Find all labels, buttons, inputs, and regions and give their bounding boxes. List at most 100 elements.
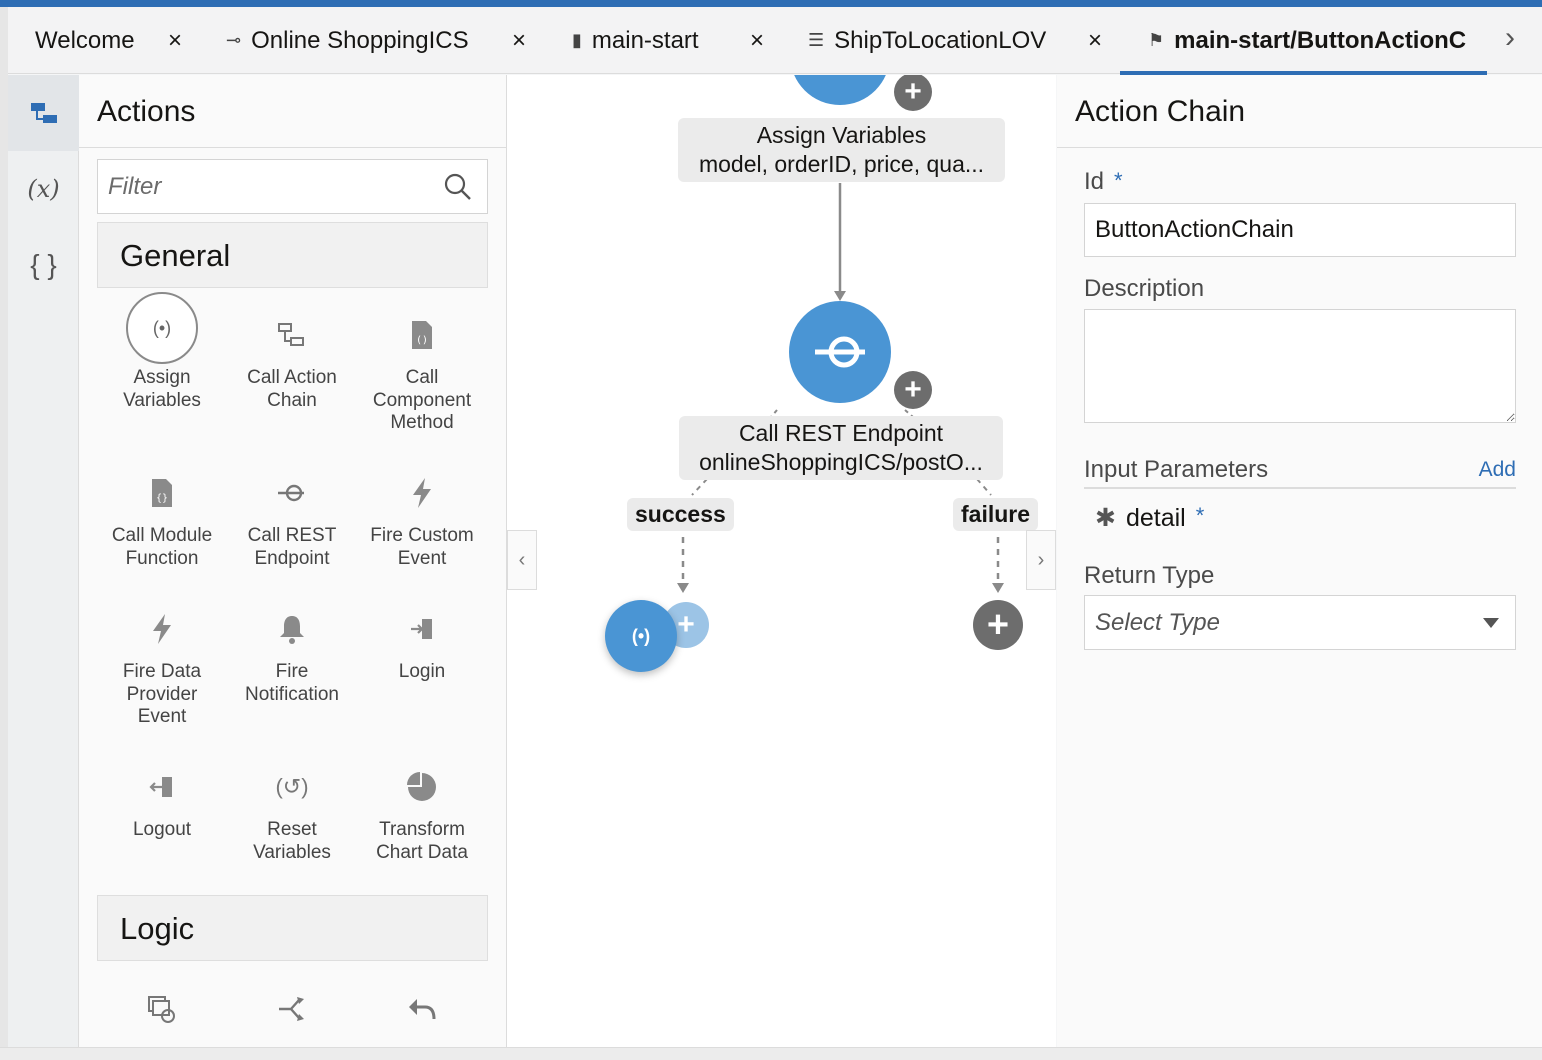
parameter-row[interactable]: ✱ detail * (1095, 503, 1204, 533)
node-title: Call REST Endpoint (738, 420, 944, 446)
success-branch-label[interactable]: success (627, 498, 734, 531)
action-label: Login (398, 661, 446, 682)
section-logic[interactable]: Logic (97, 895, 488, 961)
return-icon (357, 985, 487, 1033)
reset-variables-icon: (↺) (275, 773, 309, 799)
node-subtitle: onlineShoppingICS/postO... (699, 449, 983, 475)
section-label: General (120, 238, 231, 273)
action-logout[interactable]: Logout (97, 763, 227, 842)
action-label: Fire Notification (245, 661, 339, 705)
action-fire-custom-event[interactable]: Fire Custom Event (357, 469, 487, 570)
input-parameters-label: Input Parameters (1084, 456, 1269, 483)
tab-label: main-start/ButtonActionC (1174, 26, 1467, 54)
action-transform-chart-data[interactable]: Transform Chart Data (357, 763, 487, 864)
lightning-icon (97, 605, 227, 653)
action-call-rest-endpoint[interactable]: Call REST Endpoint (227, 469, 357, 570)
collapse-left-panel-button[interactable]: ‹ (507, 530, 537, 590)
tab-shiptolocationlov[interactable]: ☰ ShipToLocationLOV (808, 7, 1046, 74)
action-label: Fire Custom Event (370, 525, 474, 569)
chevron-right-icon[interactable]: › (1505, 21, 1515, 55)
collapse-right-panel-button[interactable]: › (1026, 530, 1056, 590)
chevron-right-icon: › (1037, 548, 1045, 571)
add-parameter-link[interactable]: Add (1479, 458, 1516, 482)
chevron-down-icon (1483, 618, 1499, 628)
tab-welcome[interactable]: Welcome (35, 7, 135, 74)
action-chain-canvas[interactable]: + Assign Variables model, orderID, price… (507, 75, 1056, 1050)
flow-connectors (677, 183, 1004, 593)
json-rail-button[interactable]: { } (8, 227, 79, 303)
module-function-icon: {} (97, 469, 227, 517)
divider (1084, 487, 1516, 489)
tab-button-action-chain[interactable]: ⚑ main-start/ButtonActionC (1148, 7, 1486, 74)
call-rest-endpoint-node[interactable] (789, 301, 891, 403)
assign-variables-node-dragging[interactable]: (•) (605, 600, 677, 672)
add-action-icon[interactable]: + (973, 600, 1023, 650)
parameter-name: detail (1125, 504, 1186, 532)
filter-field[interactable] (97, 159, 488, 214)
json-icon: { } (30, 249, 57, 280)
action-label: Reset Variables (253, 819, 331, 863)
action-call-component-method[interactable]: () Call Component Method (357, 311, 487, 435)
left-rail: (x) { } (8, 75, 79, 1050)
assign-variables-icon: (•) (631, 625, 651, 646)
bell-icon (227, 605, 357, 653)
action-call-module-function[interactable]: {} Call Module Function (97, 469, 227, 570)
panel-title: Actions (97, 95, 196, 128)
action-label: Fire Data Provider Event (122, 661, 202, 727)
action-label: Assign Variables (123, 367, 201, 411)
close-icon[interactable]: × (750, 7, 764, 74)
action-fire-notification[interactable]: Fire Notification (227, 605, 357, 706)
chevron-left-icon: ‹ (518, 548, 526, 571)
action-label: Transform Chart Data (376, 819, 468, 863)
id-field[interactable] (1084, 203, 1516, 257)
parameter-icon: ✱ (1095, 504, 1116, 532)
rest-endpoint-icon (227, 469, 357, 517)
description-label: Description (1084, 275, 1205, 302)
required-marker: * (1114, 168, 1123, 193)
section-general[interactable]: General (97, 222, 488, 288)
tab-label: Welcome (35, 26, 135, 54)
close-icon[interactable]: × (1088, 7, 1102, 74)
action-reset-variables[interactable]: (↺) Reset Variables (227, 763, 357, 864)
node-title: Assign Variables (756, 122, 927, 148)
action-return[interactable] (357, 985, 487, 1041)
action-for-each[interactable] (97, 985, 227, 1041)
component-method-icon: () (357, 311, 487, 359)
filter-input[interactable] (98, 160, 428, 213)
flag-icon: ⚑ (1148, 30, 1165, 50)
action-label: Call Component Method (372, 367, 472, 433)
actions-rail-button[interactable] (8, 75, 79, 151)
close-icon[interactable]: × (512, 7, 526, 74)
failure-branch-label[interactable]: failure (953, 498, 1039, 531)
select-placeholder: Select Type (1095, 609, 1220, 636)
rest-endpoint-icon: ⊸ (226, 30, 242, 50)
divider (1057, 147, 1542, 148)
field-label: Id (1084, 168, 1105, 195)
action-assign-variables[interactable]: (•) Assign Variables (97, 292, 227, 412)
return-type-select[interactable]: Select Type (1084, 595, 1516, 650)
action-label: Logout (132, 819, 192, 840)
call-rest-endpoint-label[interactable]: Call REST Endpoint onlineShoppingICS/pos… (679, 416, 1003, 480)
action-call-action-chain[interactable]: Call Action Chain (227, 311, 357, 412)
node-subtitle: model, orderID, price, qua... (698, 151, 985, 177)
action-if[interactable] (227, 985, 357, 1041)
tab-main-start[interactable]: ▮ main-start (572, 7, 699, 74)
action-label: Call REST Endpoint (247, 525, 337, 569)
lightning-icon (357, 469, 487, 517)
editor-tabs: Welcome × ⊸ Online ShoppingICS × ▮ main-… (8, 7, 1542, 75)
action-chain-icon (227, 311, 357, 359)
assign-variables-label[interactable]: Assign Variables model, orderID, price, … (678, 118, 1005, 182)
action-login[interactable]: Login (357, 605, 487, 684)
svg-text:{}: {} (156, 493, 168, 504)
description-field[interactable] (1084, 309, 1516, 423)
tab-online-shoppingics[interactable]: ⊸ Online ShoppingICS (226, 7, 469, 74)
properties-panel: Action Chain Id * Description Input Param… (1057, 75, 1542, 1050)
add-action-icon[interactable]: + (894, 371, 932, 409)
action-fire-data-provider-event[interactable]: Fire Data Provider Event (97, 605, 227, 729)
database-icon: ☰ (808, 30, 825, 50)
variables-rail-button[interactable]: (x) (8, 151, 79, 227)
close-icon[interactable]: × (168, 7, 182, 74)
search-icon[interactable] (443, 172, 473, 202)
if-icon (227, 985, 357, 1033)
tab-label: ShipToLocationLOV (834, 26, 1047, 54)
